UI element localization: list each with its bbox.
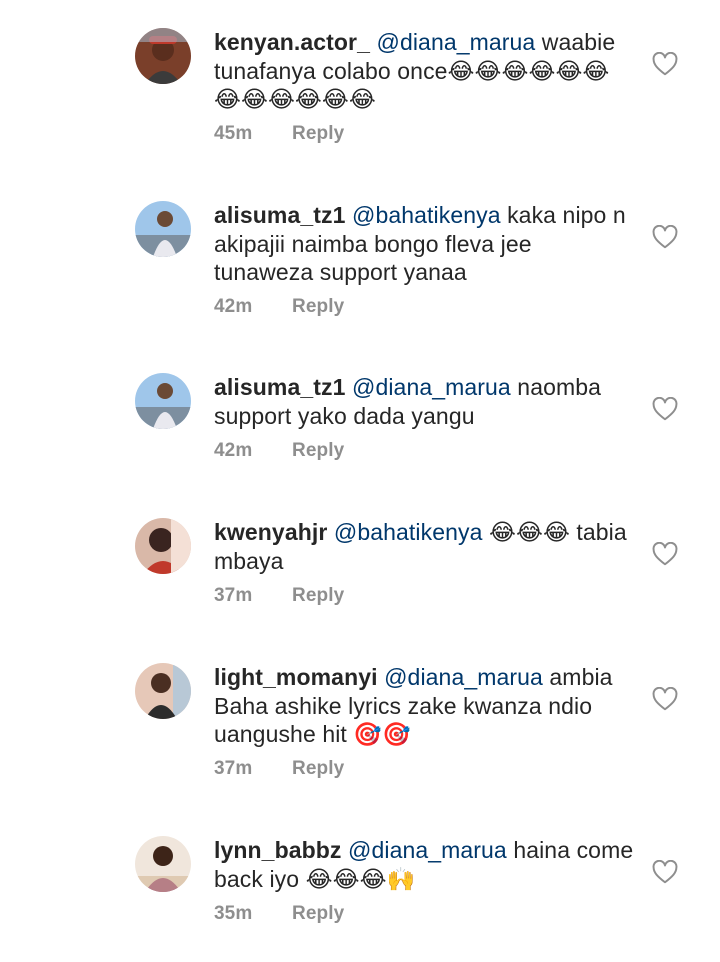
comment-username[interactable]: kenyan.actor_ <box>214 29 370 55</box>
comment-mention[interactable]: @bahatikenya <box>334 519 483 545</box>
comment-meta: 37m Reply <box>214 755 634 785</box>
comment-body: kenyan.actor_ @diana_marua waabie tunafa… <box>214 28 634 150</box>
comment-meta: 37m Reply <box>214 581 634 611</box>
heart-outline-icon[interactable] <box>652 542 678 566</box>
avatar[interactable] <box>135 836 191 892</box>
comment-time: 42m <box>214 439 253 461</box>
comment-meta: 45m Reply <box>214 120 634 150</box>
comment-body: light_momanyi @diana_marua ambia Baha as… <box>214 663 634 785</box>
avatar[interactable] <box>135 373 191 429</box>
avatar[interactable] <box>135 201 191 257</box>
comment-username[interactable]: light_momanyi <box>214 664 378 690</box>
comment-mention[interactable]: @diana_marua <box>377 29 536 55</box>
avatar[interactable] <box>135 518 191 574</box>
comment-body: alisuma_tz1 @diana_marua naomba support … <box>214 373 634 466</box>
heart-outline-icon[interactable] <box>652 52 678 76</box>
comment-meta: 42m Reply <box>214 436 634 466</box>
comment-meta: 42m Reply <box>214 293 634 323</box>
heart-outline-icon[interactable] <box>652 860 678 884</box>
avatar[interactable] <box>135 663 191 719</box>
comment-time: 45m <box>214 123 253 145</box>
comment-time: 35m <box>214 902 253 924</box>
heart-outline-icon[interactable] <box>652 687 678 711</box>
comment-mention[interactable]: @diana_marua <box>348 837 507 863</box>
avatar[interactable] <box>135 28 191 84</box>
comment-username[interactable]: alisuma_tz1 <box>214 202 346 228</box>
comment-meta: 35m Reply <box>214 899 634 929</box>
comment-mention[interactable]: @diana_marua <box>352 374 511 400</box>
comment-time: 37m <box>214 758 253 780</box>
comment-username[interactable]: alisuma_tz1 <box>214 374 346 400</box>
reply-button[interactable]: Reply <box>292 582 344 611</box>
comment-mention[interactable]: @bahatikenya <box>352 202 501 228</box>
comment-body: kwenyahjr @bahatikenya 😂😂😂 tabia mbaya 3… <box>214 518 634 611</box>
comment-username[interactable]: kwenyahjr <box>214 519 327 545</box>
comment-mention[interactable]: @diana_marua <box>384 664 543 690</box>
comment-time: 37m <box>214 584 253 606</box>
comment-body: alisuma_tz1 @bahatikenya kaka nipo n aki… <box>214 201 634 323</box>
heart-outline-icon[interactable] <box>652 397 678 421</box>
reply-button[interactable]: Reply <box>292 120 344 149</box>
reply-button[interactable]: Reply <box>292 755 344 784</box>
comment-time: 42m <box>214 296 253 318</box>
comment-username[interactable]: lynn_babbz <box>214 837 342 863</box>
reply-button[interactable]: Reply <box>292 293 344 322</box>
reply-button[interactable]: Reply <box>292 900 344 929</box>
comment-body: lynn_babbz @diana_marua haina come back … <box>214 836 634 929</box>
reply-button[interactable]: Reply <box>292 437 344 466</box>
heart-outline-icon[interactable] <box>652 225 678 249</box>
